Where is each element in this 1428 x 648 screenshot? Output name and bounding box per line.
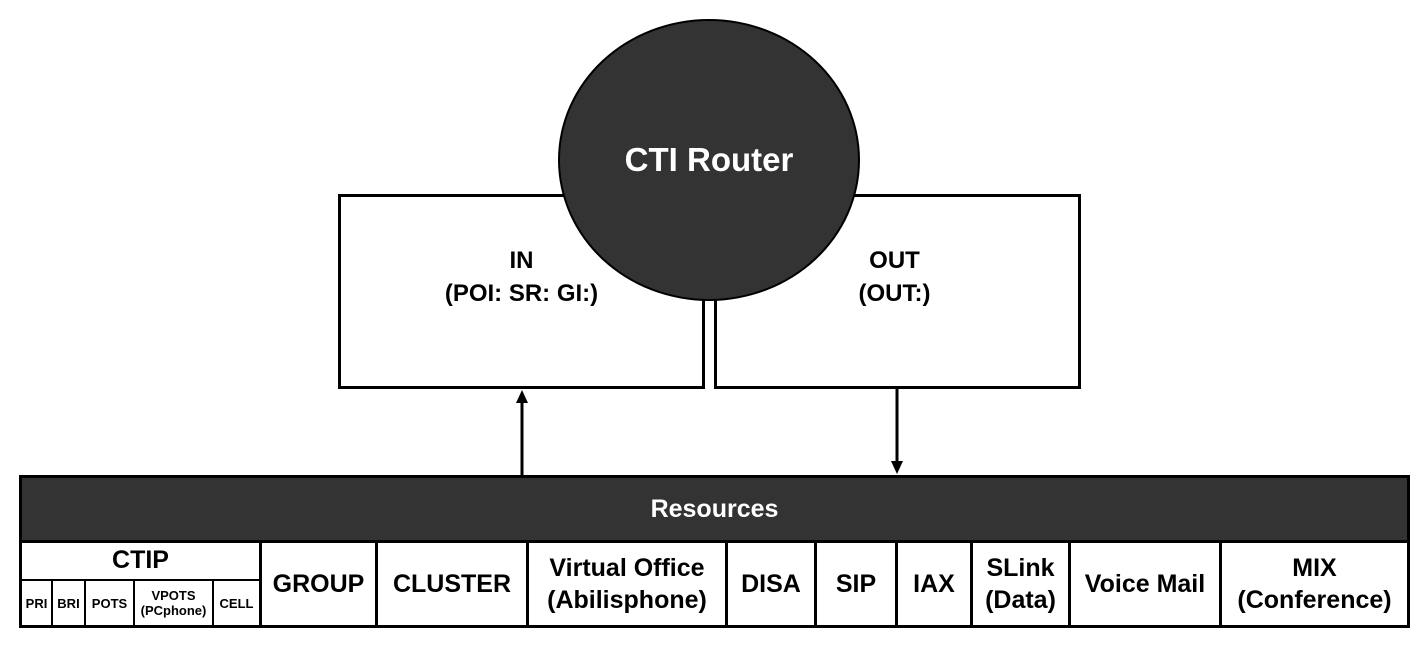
cti-router-node: CTI Router [558,19,860,301]
resources-label: Resources [650,494,779,523]
resource-label2: (Data) [985,586,1056,614]
resource-group: GROUP [259,540,378,628]
ctip-sub-vpots: VPOTS (PCphone) [133,579,214,627]
resource-label: MIX [1292,554,1337,582]
resources-bar: Resources [19,475,1410,543]
resource-label: GROUP [272,570,365,598]
ctip-sub-label: PRI [25,595,48,611]
resource-sip: SIP [814,540,898,628]
ctip-sub-pri: PRI [20,579,53,627]
ctip-sub-label: CELL [219,595,254,611]
resource-disa: DISA [725,540,817,628]
resource-label: Voice Mail [1084,570,1206,598]
ctip-sub-label2: (PCphone) [140,603,207,618]
arrow-down-from-out [891,389,903,474]
resource-label: Virtual Office [549,554,705,582]
ctip-sub-pots: POTS [84,579,135,627]
resource-virtual-office: Virtual Office (Abilisphone) [526,540,728,628]
resource-label: CLUSTER [392,570,512,598]
ctip-label: CTIP [112,545,169,574]
resource-label: SLink [986,554,1055,582]
resource-label: SIP [835,570,877,598]
ctip-sub-label: BRI [57,595,80,611]
ctip-sub-cell: CELL [212,579,261,627]
resource-iax: IAX [895,540,973,628]
resource-cluster: CLUSTER [375,540,529,628]
arrow-up-to-in [516,390,528,476]
cti-router-label: CTI Router [624,141,794,178]
resource-label: DISA [741,570,801,598]
resource-label: IAX [913,570,955,598]
resource-label2: (Abilisphone) [547,586,707,614]
ctip-sub-bri: BRI [51,579,86,627]
resource-mix: MIX (Conference) [1219,540,1410,628]
ctip-sub-label: POTS [91,595,128,611]
resource-label2: (Conference) [1237,586,1392,614]
ctip-sub-label: VPOTS [151,588,196,603]
resource-slink: SLink (Data) [970,540,1071,628]
resource-voice-mail: Voice Mail [1068,540,1222,628]
